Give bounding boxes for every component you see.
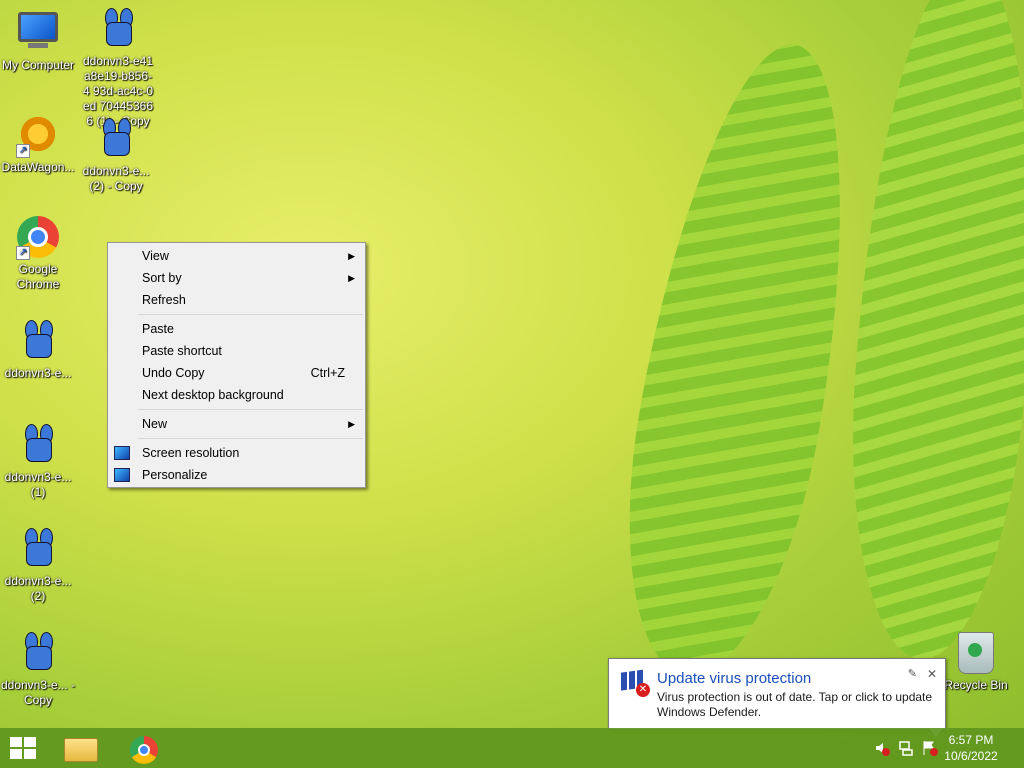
update-virus-protection-notification[interactable]: ✕ Update virus protection Virus protecti… — [608, 658, 946, 730]
menu-item-screen-resolution[interactable]: Screen resolution — [108, 442, 365, 464]
character-file-icon — [96, 8, 140, 52]
character-file-icon — [94, 118, 138, 162]
desktop-icon-label: Google Chrome — [16, 262, 60, 291]
clock-time: 6:57 PM — [948, 733, 994, 747]
menu-item-paste-shortcut[interactable]: Paste shortcut — [108, 340, 365, 362]
shortcut-arrow-icon: ↗ — [16, 246, 30, 260]
desktop-icon-my-computer[interactable]: My Computer — [0, 8, 76, 73]
menu-item-new[interactable]: New ▶ — [108, 413, 365, 435]
menu-item-paste[interactable]: Paste — [108, 318, 365, 340]
menu-separator — [138, 409, 363, 410]
menu-item-label: Paste shortcut — [142, 344, 222, 358]
desktop-icon-label: ddonvn3-e... (2) - Copy — [82, 164, 150, 193]
desktop-icon-google-chrome[interactable]: ↗ Google Chrome — [0, 216, 76, 292]
start-button[interactable] — [10, 737, 38, 761]
network-icon[interactable] — [898, 740, 914, 756]
desktop-icon-label: ddonvn3-e... - Copy — [0, 678, 76, 707]
recycle-bin-icon — [954, 632, 998, 676]
datawagon-icon: ↗ — [16, 114, 60, 158]
desktop-icon-label: DataWagon... — [1, 160, 75, 174]
monitor-icon — [114, 446, 130, 460]
desktop-icon-label: ddonvn3-e... (1) — [4, 470, 72, 499]
menu-item-label: View — [142, 249, 169, 263]
character-file-icon — [16, 528, 60, 572]
personalize-icon — [114, 468, 130, 482]
menu-item-refresh[interactable]: Refresh — [108, 289, 365, 311]
wallpaper-leaf — [595, 29, 885, 691]
menu-item-label: Next desktop background — [142, 388, 284, 402]
menu-item-label: New — [142, 417, 168, 431]
desktop-icon-file[interactable]: ddonvn3-e41 a8e19-b856-4 93d-ac4c-0ed 70… — [78, 8, 158, 129]
desktop-icon-file[interactable]: ddonvn3-e... (2) - Copy — [78, 118, 154, 194]
submenu-arrow-icon: ▶ — [348, 273, 355, 283]
volume-muted-icon[interactable] — [874, 740, 890, 756]
desktop-context-menu: View ▶ Sort by ▶ Refresh Paste Paste short… — [107, 242, 366, 488]
desktop-icon-label: ddonvn3-e... — [4, 366, 72, 380]
desktop-icon-file[interactable]: ddonvn3-e... (1) — [0, 424, 76, 500]
taskbar-file-explorer-button[interactable] — [58, 732, 102, 766]
chrome-icon — [130, 736, 158, 764]
menu-item-sort-by[interactable]: Sort by ▶ — [108, 267, 365, 289]
windows-defender-alert-icon: ✕ — [621, 669, 650, 697]
desktop-icon-datawagon[interactable]: ↗ DataWagon... — [0, 114, 76, 175]
desktop-icon-file[interactable]: ddonvn3-e... (2) — [0, 528, 76, 604]
chrome-icon: ↗ — [16, 216, 60, 260]
notification-title: Update virus protection — [657, 670, 812, 687]
menu-item-personalize[interactable]: Personalize — [108, 464, 365, 486]
desktop-icon-file[interactable]: ddonvn3-e... — [0, 320, 76, 381]
menu-item-label: Undo Copy — [142, 366, 205, 380]
notification-body: Virus protection is out of date. Tap or … — [657, 690, 933, 719]
menu-item-label: Screen resolution — [142, 446, 240, 460]
character-file-icon — [16, 632, 60, 676]
menu-separator — [138, 438, 363, 439]
character-file-icon — [16, 320, 60, 364]
character-file-icon — [16, 424, 60, 468]
menu-item-label: Paste — [142, 322, 174, 336]
taskbar-chrome-button[interactable] — [122, 732, 166, 766]
menu-item-label: Personalize — [142, 468, 208, 482]
menu-item-view[interactable]: View ▶ — [108, 245, 365, 267]
desktop-icon-recycle-bin[interactable]: Recycle Bin — [938, 632, 1014, 693]
desktop-icon-label: ddonvn3-e... (2) — [4, 574, 72, 603]
notification-options-icon[interactable]: ✎ — [908, 667, 917, 680]
desktop-icon-label: Recycle Bin — [944, 678, 1008, 692]
wallpaper-leaf — [835, 0, 1024, 666]
clock-date: 10/6/2022 — [944, 749, 998, 763]
taskbar-clock[interactable]: 6:57 PM 10/6/2022 — [936, 732, 1006, 764]
menu-item-undo-copy[interactable]: Undo Copy Ctrl+Z — [108, 362, 365, 384]
file-explorer-icon — [64, 738, 98, 762]
desktop-icon-file[interactable]: ddonvn3-e... - Copy — [0, 632, 76, 708]
submenu-arrow-icon: ▶ — [348, 251, 355, 261]
menu-separator — [138, 314, 363, 315]
computer-icon — [16, 12, 60, 56]
taskbar: 6:57 PM 10/6/2022 — [0, 728, 1024, 768]
submenu-arrow-icon: ▶ — [348, 419, 355, 429]
menu-item-label: Sort by — [142, 271, 182, 285]
menu-item-next-desktop-background[interactable]: Next desktop background — [108, 384, 365, 406]
desktop-icon-label: My Computer — [1, 58, 75, 72]
menu-item-label: Refresh — [142, 293, 186, 307]
shortcut-arrow-icon: ↗ — [16, 144, 30, 158]
menu-item-shortcut: Ctrl+Z — [310, 366, 345, 380]
close-icon[interactable]: ✕ — [927, 667, 937, 681]
